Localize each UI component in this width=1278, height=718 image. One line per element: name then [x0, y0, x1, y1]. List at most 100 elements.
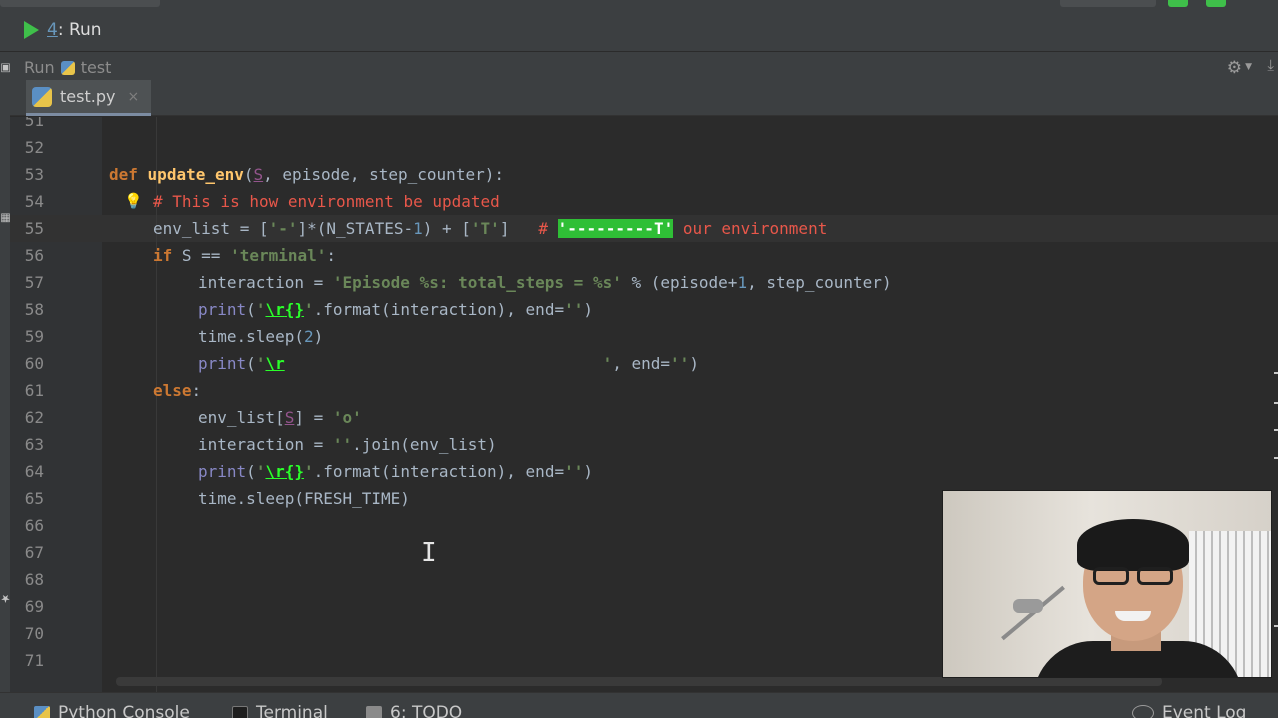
- code-line-54[interactable]: # This is how environment be updated: [153, 192, 500, 211]
- format-placeholder: {}: [284, 462, 304, 481]
- code-line-58[interactable]: print('\r{}'.format(interaction), end=''…: [198, 300, 593, 319]
- number-literal: 1: [413, 219, 423, 238]
- code-token: ): [313, 327, 324, 346]
- python-file-icon: [32, 86, 52, 107]
- code-line-64[interactable]: print('\r{}'.format(interaction), end=''…: [198, 462, 593, 481]
- todo-icon: [366, 706, 382, 718]
- code-line-59[interactable]: time.sleep(2): [198, 327, 323, 346]
- debug-icon[interactable]: [1206, 0, 1226, 7]
- code-token: ): [689, 354, 699, 373]
- comment: our environment: [673, 219, 828, 238]
- code-line-57[interactable]: interaction = 'Episode %s: total_steps =…: [198, 273, 892, 292]
- line-number: 65: [24, 489, 44, 508]
- run-config-selector[interactable]: [1060, 0, 1156, 7]
- line-number: 70: [24, 624, 44, 643]
- python-console-label: Python Console: [58, 703, 190, 718]
- code-token: time.sleep(: [198, 327, 304, 346]
- window-top-strip: [0, 0, 1278, 8]
- todo-label: 6: TODO: [390, 703, 463, 718]
- run-toolbar: Run test ⚙ ▼ ⤓: [0, 52, 1278, 80]
- event-log-label: Event Log: [1162, 703, 1247, 718]
- code-token: (: [246, 300, 256, 319]
- keyword: if: [153, 246, 173, 265]
- parameter: S: [284, 408, 295, 427]
- event-log-tab[interactable]: Event Log: [1132, 703, 1246, 718]
- string-literal: 'o': [332, 408, 362, 427]
- string-literal: '': [564, 462, 584, 481]
- line-number: 66: [24, 516, 44, 535]
- code-token: (: [243, 165, 254, 184]
- code-token: .format(interaction), end=: [313, 462, 565, 481]
- line-number: 55: [24, 219, 44, 238]
- scroll-mark: [1274, 625, 1278, 627]
- scroll-mark: [1274, 457, 1278, 459]
- line-number: 69: [24, 597, 44, 616]
- chevron-down-icon[interactable]: ▼: [1245, 62, 1252, 72]
- parameter: S: [253, 165, 264, 184]
- string-literal: ': [602, 354, 613, 373]
- editor-tab-test-py[interactable]: test.py ×: [26, 80, 152, 116]
- gear-icon[interactable]: ⚙: [1227, 58, 1242, 78]
- comment: # This is how environment be updated: [153, 192, 500, 211]
- play-icon: [24, 21, 39, 39]
- code-line-53[interactable]: def update_env(S, episode, step_counter)…: [109, 165, 504, 184]
- code-line-56[interactable]: if S == 'terminal':: [153, 246, 336, 265]
- left-tool-strip: ▣ ▦ ★: [0, 52, 12, 692]
- format-placeholder: {}: [284, 300, 304, 319]
- string-literal: '-': [268, 219, 298, 238]
- lightbulb-icon[interactable]: 💡: [124, 192, 143, 210]
- code-line-60[interactable]: print('\r ', end=''): [198, 354, 699, 373]
- code-token: ]*(N_STATES-: [297, 219, 414, 238]
- line-number: 53: [24, 165, 44, 184]
- code-token: (: [246, 462, 256, 481]
- string-literal: ': [255, 300, 266, 319]
- string-literal: ': [303, 300, 314, 319]
- line-number: 56: [24, 246, 44, 265]
- line-number: 59: [24, 327, 44, 346]
- horizontal-scrollbar[interactable]: [116, 677, 1162, 686]
- code-line-65[interactable]: time.sleep(FRESH_TIME): [198, 489, 410, 508]
- code-token: .format(interaction), end=: [313, 300, 565, 319]
- terminal-label: Terminal: [256, 703, 328, 718]
- code-token: :: [326, 246, 337, 265]
- hide-panel-icon[interactable]: ⤓: [1267, 56, 1274, 74]
- close-icon[interactable]: ×: [127, 89, 139, 105]
- editor-tab-bar: test.py ×: [10, 80, 1278, 116]
- line-number: 68: [24, 570, 44, 589]
- code-token: , end=: [612, 354, 671, 373]
- glasses-right: [1137, 567, 1173, 585]
- project-tool-icon[interactable]: ▣: [0, 62, 12, 75]
- code-token: .join(env_list): [352, 435, 497, 454]
- python-console-icon: [34, 706, 50, 718]
- navigation-bar: [0, 0, 160, 7]
- keyword: def: [109, 165, 138, 184]
- python-file-icon: [60, 60, 75, 75]
- string-literal: 'Episode %s: total_steps = %s': [332, 273, 622, 292]
- run-tab-label: : Run: [57, 20, 102, 40]
- line-number: 54: [24, 192, 44, 211]
- line-number: 57: [24, 273, 44, 292]
- code-line-62[interactable]: env_list[S] = 'o': [198, 408, 362, 427]
- scroll-mark: [1274, 372, 1278, 374]
- keyword: else: [153, 381, 192, 400]
- code-token: :: [191, 381, 202, 400]
- run-tab[interactable]: 4: Run: [24, 20, 102, 40]
- bottom-tool-bar: Python Console Terminal 6: TODO Event Lo…: [0, 692, 1278, 718]
- code-line-63[interactable]: interaction = ''.join(env_list): [198, 435, 497, 454]
- builtin-function: print: [198, 462, 247, 481]
- scroll-mark: [1274, 402, 1278, 404]
- string-literal: ': [255, 462, 266, 481]
- run-icon[interactable]: [1168, 0, 1188, 7]
- run-label: Run: [24, 58, 55, 77]
- line-number: 62: [24, 408, 44, 427]
- code-line-55[interactable]: env_list = ['-']*(N_STATES-1) + ['T'] # …: [153, 219, 827, 238]
- todo-tab[interactable]: 6: TODO: [366, 703, 462, 718]
- terminal-tab[interactable]: Terminal: [232, 703, 328, 718]
- escape-sequence: \r: [265, 354, 285, 373]
- run-config-name[interactable]: test: [81, 58, 112, 77]
- run-tab-number: 4: [47, 20, 58, 40]
- python-console-tab[interactable]: Python Console: [34, 703, 190, 718]
- escape-sequence: \r: [265, 300, 285, 319]
- code-line-61[interactable]: else:: [153, 381, 201, 400]
- code-token: ]: [499, 219, 539, 238]
